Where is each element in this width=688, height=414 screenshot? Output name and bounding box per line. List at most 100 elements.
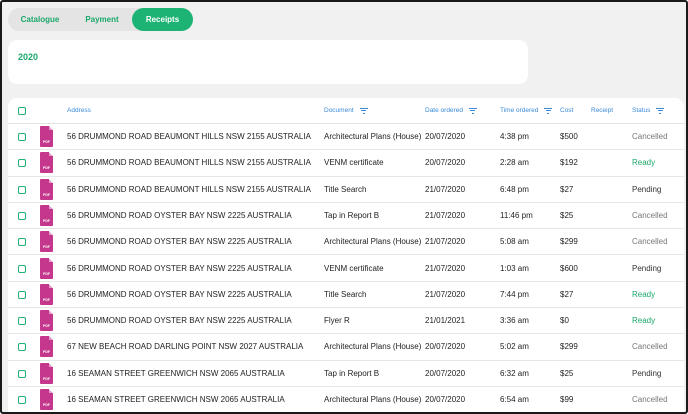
row-checkbox[interactable]: [18, 238, 26, 247]
column-document[interactable]: Document: [324, 107, 369, 114]
time-cell: 6:54 am: [500, 395, 529, 404]
date-cell: 20/07/2020: [425, 342, 466, 352]
status-cell: Ready: [632, 158, 656, 168]
date-cell: 20/07/2020: [425, 368, 466, 378]
column-cost-label: Cost: [560, 107, 574, 114]
row-checkbox[interactable]: [18, 264, 26, 273]
time-cell: 5:02 am: [500, 342, 529, 352]
app-window: Catalogue Payment Receipts 2020 Address …: [0, 0, 688, 414]
filter-icon[interactable]: [656, 107, 665, 114]
document-cell: VENM certificate: [324, 158, 384, 168]
column-date-ordered[interactable]: Date ordered: [425, 107, 478, 114]
column-receipt-label: Receipt: [591, 107, 614, 114]
year-heading[interactable]: 2020: [18, 52, 38, 62]
document-cell: Title Search: [324, 289, 367, 299]
tab-payment[interactable]: Payment: [72, 8, 132, 31]
table-row[interactable]: PDF 56 DRUMMOND ROAD BEAUMONT HILLS NSW 2…: [8, 177, 684, 203]
pdf-file-icon[interactable]: PDF: [40, 231, 53, 253]
address-cell: 67 NEW BEACH ROAD DARLING POINT NSW 2027…: [67, 342, 304, 352]
time-cell: 11:46 pm: [500, 210, 533, 220]
select-all-checkbox[interactable]: [18, 107, 26, 115]
cost-cell: $25: [560, 210, 574, 220]
column-address[interactable]: Address: [67, 107, 91, 114]
pdf-file-icon[interactable]: PDF: [40, 283, 53, 305]
year-card: 2020: [8, 40, 528, 84]
pdf-icon-label: PDF: [43, 218, 50, 223]
date-cell: 21/07/2020: [425, 237, 466, 247]
table-row[interactable]: PDF 56 DRUMMOND ROAD OYSTER BAY NSW 2225 …: [8, 282, 684, 309]
time-cell: 5:08 am: [500, 237, 529, 247]
table-row[interactable]: PDF 56 DRUMMOND ROAD OYSTER BAY NSW 2225 …: [8, 203, 684, 230]
date-cell: 20/07/2020: [425, 132, 466, 141]
date-cell: 21/07/2020: [425, 184, 466, 194]
time-cell: 6:32 am: [500, 368, 529, 378]
pdf-icon-label: PDF: [43, 324, 50, 329]
table-row[interactable]: PDF 56 DRUMMOND ROAD OYSTER BAY NSW 2225 …: [8, 256, 684, 282]
document-cell: Architectural Plans (House): [324, 132, 422, 141]
status-cell: Ready: [632, 316, 656, 326]
row-checkbox[interactable]: [18, 290, 26, 299]
status-cell: Ready: [632, 289, 656, 299]
receipts-table: Address Document Date ordered Time order…: [8, 98, 684, 412]
row-checkbox[interactable]: [18, 159, 26, 168]
column-address-label: Address: [67, 107, 91, 114]
column-receipt[interactable]: Receipt: [591, 107, 613, 114]
cost-cell: $192: [560, 158, 578, 168]
address-cell: 56 DRUMMOND ROAD OYSTER BAY NSW 2225 AUS…: [67, 237, 292, 247]
filter-icon[interactable]: [359, 107, 369, 114]
column-cost[interactable]: Cost: [560, 107, 573, 114]
pdf-file-icon[interactable]: PDF: [40, 362, 53, 384]
table-row[interactable]: PDF 16 SEAMAN STREET GREENWICH NSW 2065 A…: [8, 361, 684, 387]
status-cell: Cancelled: [632, 210, 668, 220]
column-status-label: Status: [632, 107, 651, 114]
pdf-file-icon[interactable]: PDF: [40, 389, 53, 410]
document-cell: Tap in Report B: [324, 368, 380, 378]
pdf-file-icon[interactable]: PDF: [40, 152, 53, 174]
address-cell: 56 DRUMMOND ROAD BEAUMONT HILLS NSW 2155…: [67, 132, 311, 141]
filter-icon[interactable]: [544, 107, 553, 114]
table-row[interactable]: PDF 16 SEAMAN STREET GREENWICH NSW 2065 A…: [8, 387, 684, 412]
date-cell: 21/01/2021: [425, 316, 466, 326]
table-row[interactable]: PDF 56 DRUMMOND ROAD BEAUMONT HILLS NSW 2…: [8, 124, 684, 151]
row-checkbox[interactable]: [18, 317, 26, 326]
cost-cell: $27: [560, 289, 574, 299]
tab-receipts[interactable]: Receipts: [132, 8, 193, 31]
document-cell: Title Search: [324, 184, 367, 194]
table-row[interactable]: PDF 56 DRUMMOND ROAD OYSTER BAY NSW 2225 …: [8, 308, 684, 335]
pdf-file-icon[interactable]: PDF: [40, 257, 53, 279]
row-checkbox[interactable]: [18, 133, 26, 141]
pdf-file-icon[interactable]: PDF: [40, 336, 53, 358]
pdf-icon-label: PDF: [43, 166, 50, 171]
table-row[interactable]: PDF 56 DRUMMOND ROAD OYSTER BAY NSW 2225 …: [8, 229, 684, 256]
date-cell: 21/07/2020: [425, 289, 466, 299]
pdf-icon-label: PDF: [43, 403, 50, 407]
status-cell: Pending: [632, 263, 662, 273]
tab-catalogue[interactable]: Catalogue: [8, 8, 72, 31]
table-row[interactable]: PDF 56 DRUMMOND ROAD BEAUMONT HILLS NSW 2…: [8, 150, 684, 177]
filter-icon[interactable]: [468, 107, 478, 114]
address-cell: 56 DRUMMOND ROAD BEAUMONT HILLS NSW 2155…: [67, 158, 311, 168]
pdf-file-icon[interactable]: PDF: [40, 126, 53, 147]
column-time-ordered[interactable]: Time ordered: [500, 107, 553, 114]
status-cell: Cancelled: [632, 342, 668, 352]
pdf-icon-label: PDF: [43, 192, 50, 197]
tab-bar: Catalogue Payment Receipts: [8, 8, 193, 31]
document-cell: Flyer R: [324, 316, 350, 326]
pdf-icon-label: PDF: [43, 297, 50, 302]
pdf-file-icon[interactable]: PDF: [40, 310, 53, 332]
pdf-file-icon[interactable]: PDF: [40, 204, 53, 226]
row-checkbox[interactable]: [18, 343, 26, 352]
column-status[interactable]: Status: [632, 107, 665, 114]
row-checkbox[interactable]: [18, 185, 26, 194]
document-cell: Architectural Plans (House): [324, 395, 422, 404]
pdf-icon-label: PDF: [43, 140, 50, 144]
row-checkbox[interactable]: [18, 211, 26, 220]
pdf-icon-label: PDF: [43, 271, 50, 276]
time-cell: 7:44 pm: [500, 289, 529, 299]
pdf-file-icon[interactable]: PDF: [40, 178, 53, 200]
column-document-label: Document: [324, 107, 354, 114]
row-checkbox[interactable]: [18, 369, 26, 378]
row-checkbox[interactable]: [18, 396, 26, 404]
time-cell: 4:38 pm: [500, 132, 529, 141]
table-row[interactable]: PDF 67 NEW BEACH ROAD DARLING POINT NSW 2…: [8, 334, 684, 361]
